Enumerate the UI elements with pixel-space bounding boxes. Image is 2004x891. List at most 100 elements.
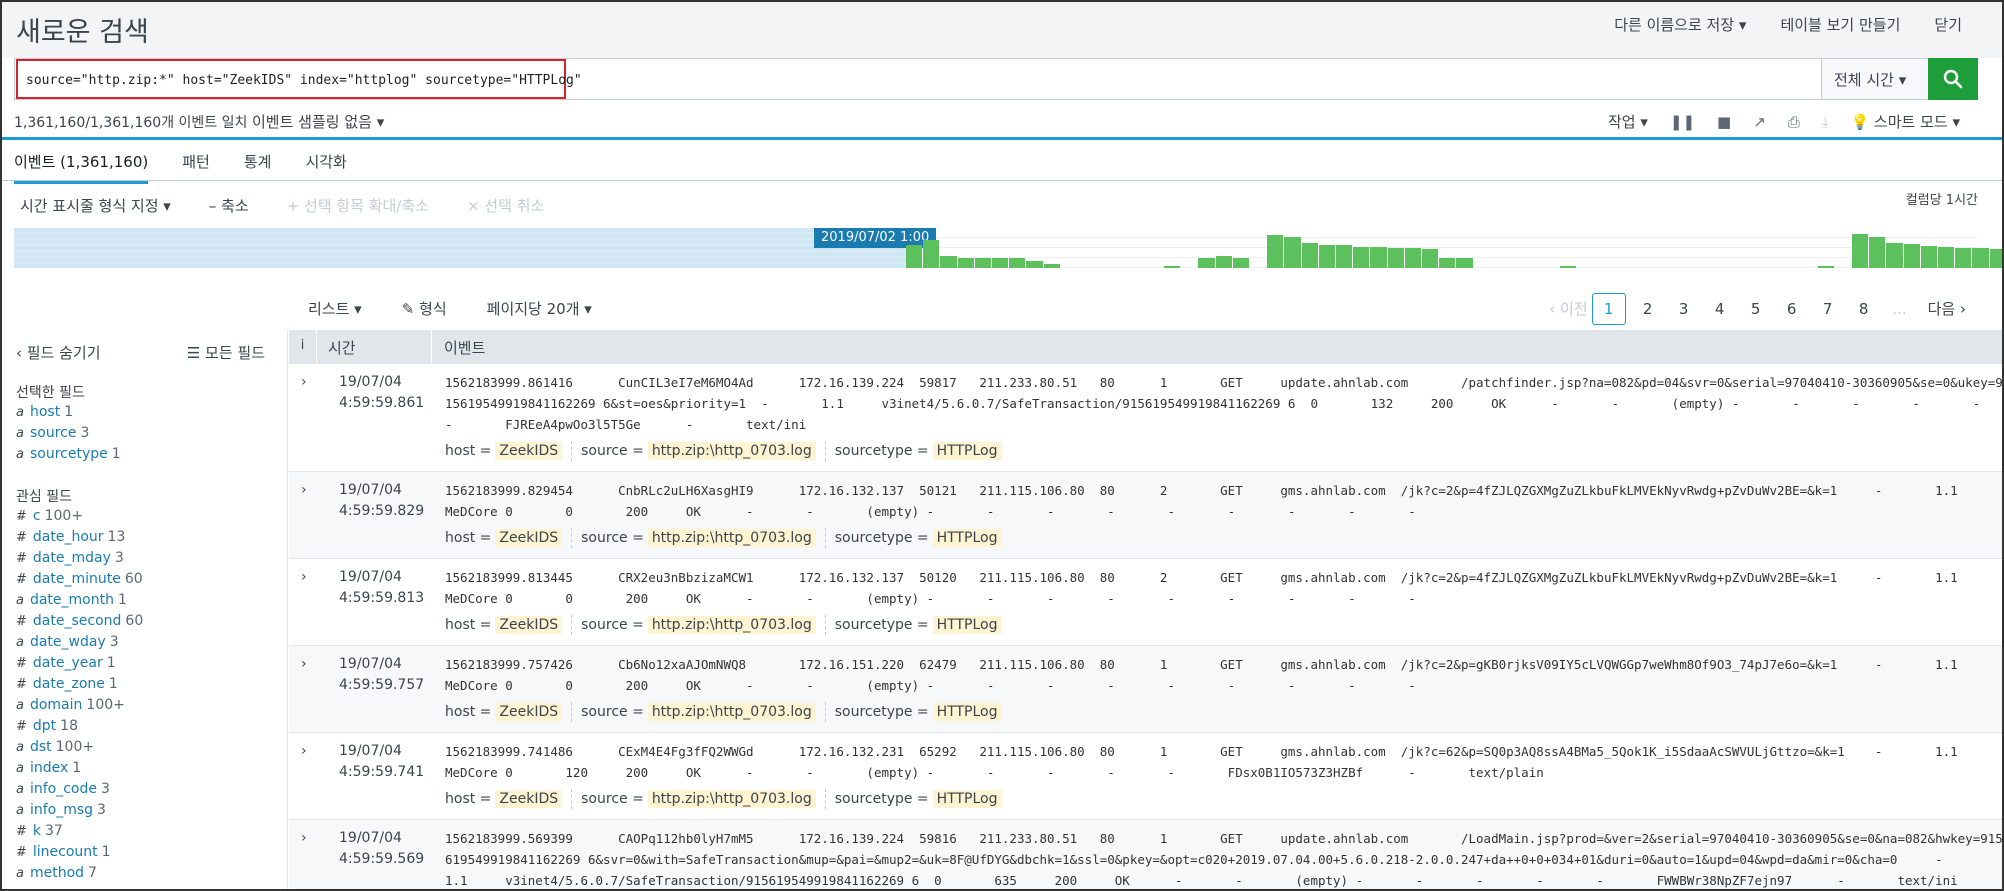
close-button[interactable]: 닫기 <box>1934 14 1962 35</box>
event-time[interactable]: 19/07/04 4:59:59.741 <box>339 741 424 783</box>
timeline-bar[interactable] <box>1232 257 1249 268</box>
event-time[interactable]: 19/07/04 4:59:59.757 <box>339 654 424 696</box>
sidebar-field-dpt[interactable]: # dpt 18 <box>16 718 78 734</box>
event-raw-text[interactable]: 1562183999.861416 CunCIL3eI7eM6MO4Ad 172… <box>445 372 2002 435</box>
page-button[interactable]: 4 <box>1702 294 1738 324</box>
zoom-to-selection-button[interactable]: + 선택 항목 확대/축소 <box>287 195 429 216</box>
page-button[interactable]: 8 <box>1846 294 1882 324</box>
metadata-value-source[interactable]: http.zip:\http_0703.log <box>647 790 816 808</box>
sidebar-field-dst[interactable]: a dst 100+ <box>16 739 94 755</box>
search-input[interactable]: source="http.zip:*" host="ZeekIDS" index… <box>16 59 582 99</box>
timeline-bar[interactable] <box>957 257 974 268</box>
timeline-bar[interactable] <box>1439 257 1456 268</box>
event-raw-text[interactable]: 1562183999.813445 CRX2eu3nBbzizaMCW1 172… <box>445 567 1958 609</box>
timeline-bar[interactable] <box>1301 242 1318 268</box>
timeline-bar[interactable] <box>1404 247 1421 268</box>
event-time[interactable]: 19/07/04 4:59:59.569 <box>339 828 424 870</box>
timeline-bar[interactable] <box>1920 245 1937 268</box>
metadata-value-sourcetype[interactable]: HTTPLog <box>932 616 1002 634</box>
timeline-bar[interactable] <box>1318 244 1335 268</box>
sidebar-field-info-msg[interactable]: a info_msg 3 <box>16 802 106 818</box>
event-time[interactable]: 19/07/04 4:59:59.861 <box>339 372 424 414</box>
expand-chevron-icon[interactable]: › <box>301 830 307 846</box>
page-button[interactable]: 2 <box>1630 294 1666 324</box>
metadata-value-source[interactable]: http.zip:\http_0703.log <box>647 442 816 460</box>
metadata-value-source[interactable]: http.zip:\http_0703.log <box>647 703 816 721</box>
page-button[interactable]: 5 <box>1738 294 1774 324</box>
zoom-out-button[interactable]: – 축소 <box>209 195 249 216</box>
timeline-bar[interactable] <box>923 240 940 268</box>
metadata-value-host[interactable]: ZeekIDS <box>495 616 563 634</box>
timeline-bar[interactable] <box>1353 246 1370 268</box>
timeline-bar[interactable] <box>1422 249 1439 268</box>
timeline-bar[interactable] <box>1043 263 1060 268</box>
list-view-menu[interactable]: 리스트 ▾ <box>308 298 362 319</box>
page-button[interactable]: 7 <box>1810 294 1846 324</box>
time-range-picker[interactable]: 전체 시간 ▾ <box>1821 59 1927 99</box>
timeline-bar[interactable] <box>1989 249 2002 268</box>
timeline-bar[interactable] <box>1886 242 1903 268</box>
timeline-bar[interactable] <box>1215 256 1232 268</box>
event-time[interactable]: 19/07/04 4:59:59.813 <box>339 567 424 609</box>
sidebar-field-date-wday[interactable]: a date_wday 3 <box>16 634 119 650</box>
share-icon[interactable]: ↗ <box>1753 113 1766 131</box>
metadata-value-sourcetype[interactable]: HTTPLog <box>932 442 1002 460</box>
timeline-bar[interactable] <box>1869 237 1886 268</box>
timeline-bar[interactable] <box>1198 257 1215 268</box>
timeline-bar[interactable] <box>1972 248 1989 268</box>
timeline-bar[interactable] <box>1164 266 1181 268</box>
sidebar-field-host[interactable]: a host 1 <box>16 404 73 420</box>
page-button[interactable]: 3 <box>1666 294 1702 324</box>
timeline-bar[interactable] <box>1559 266 1576 268</box>
timeline-bar[interactable] <box>1009 257 1026 268</box>
timeline-bar[interactable] <box>974 257 991 268</box>
sidebar-field-domain[interactable]: a domain 100+ <box>16 697 125 713</box>
format-menu[interactable]: ✎ 형식 <box>402 298 447 319</box>
sidebar-field-date-hour[interactable]: # date_hour 13 <box>16 529 125 545</box>
timeline-bar[interactable] <box>992 257 1009 268</box>
expand-chevron-icon[interactable]: › <box>301 482 307 498</box>
timeline-bar[interactable] <box>1387 247 1404 268</box>
event-raw-text[interactable]: 1562183999.829454 CnbRLc2uLH6XasgHI9 172… <box>445 480 1958 522</box>
timeline-format-menu[interactable]: 시간 표시줄 형식 지정 ▾ <box>20 195 171 216</box>
job-menu[interactable]: 작업 ▾ <box>1608 111 1648 132</box>
sidebar-field-date-second[interactable]: # date_second 60 <box>16 613 143 629</box>
sidebar-field-index[interactable]: a index 1 <box>16 760 81 776</box>
all-fields-button[interactable]: ☰ 모든 필드 <box>187 342 265 363</box>
page-button[interactable]: 1 <box>1591 292 1626 325</box>
metadata-value-sourcetype[interactable]: HTTPLog <box>932 529 1002 547</box>
metadata-value-sourcetype[interactable]: HTTPLog <box>932 703 1002 721</box>
expand-chevron-icon[interactable]: › <box>301 569 307 585</box>
timeline-bar[interactable] <box>940 256 957 268</box>
sampling-dropdown[interactable]: 이벤트 샘플링 없음 ▾ <box>252 111 384 132</box>
timeline-histogram[interactable]: 2019/07/02 1:00 <box>14 228 2002 268</box>
print-icon[interactable]: ⎙ <box>1788 113 1800 131</box>
sidebar-field-info-code[interactable]: a info_code 3 <box>16 781 110 797</box>
timeline-bar[interactable] <box>1903 244 1920 268</box>
pause-icon[interactable]: ❚❚ <box>1670 113 1695 131</box>
sidebar-field-sourcetype[interactable]: a sourcetype 1 <box>16 446 121 462</box>
search-mode-menu[interactable]: 💡 스마트 모드 ▾ <box>1850 111 1960 132</box>
event-raw-text[interactable]: 1562183999.569399 CAOPq112hb0lyH7mM5 172… <box>445 828 2002 889</box>
timeline-bar[interactable] <box>906 244 923 268</box>
timeline-bar[interactable] <box>1938 246 1955 268</box>
hide-fields-button[interactable]: ‹ 필드 숨기기 <box>16 342 101 363</box>
event-raw-text[interactable]: 1562183999.741486 CExM4E4Fg3fFQ2WWGd 172… <box>445 741 1958 783</box>
sidebar-field-method[interactable]: a method 7 <box>16 865 97 881</box>
timeline-bar[interactable] <box>1817 266 1834 268</box>
prev-page-button[interactable]: ‹ 이전 <box>1549 292 1587 325</box>
sidebar-field-c[interactable]: # c 100+ <box>16 508 83 524</box>
next-page-button[interactable]: 다음 › <box>1928 292 1966 325</box>
page-button[interactable]: 6 <box>1774 294 1810 324</box>
timeline-bar[interactable] <box>1026 261 1043 268</box>
metadata-value-host[interactable]: ZeekIDS <box>495 442 563 460</box>
event-time[interactable]: 19/07/04 4:59:59.829 <box>339 480 424 522</box>
metadata-value-host[interactable]: ZeekIDS <box>495 790 563 808</box>
metadata-value-source[interactable]: http.zip:\http_0703.log <box>647 529 816 547</box>
timeline-bar[interactable] <box>1370 246 1387 268</box>
sidebar-field-date-year[interactable]: # date_year 1 <box>16 655 116 671</box>
expand-chevron-icon[interactable]: › <box>301 374 307 390</box>
timeline-bar[interactable] <box>1267 234 1284 268</box>
per-page-menu[interactable]: 페이지당 20개 ▾ <box>487 298 592 319</box>
timeline-bar[interactable] <box>1336 244 1353 268</box>
